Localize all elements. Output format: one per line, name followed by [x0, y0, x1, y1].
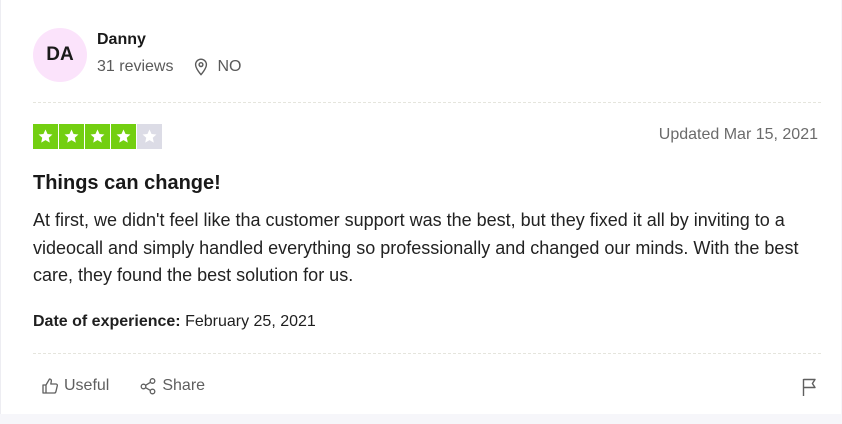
location-pin-icon	[195, 58, 208, 76]
reviewer-name[interactable]: Danny	[97, 31, 146, 49]
star-empty-icon	[137, 124, 162, 149]
experience-date: February 25, 2021	[185, 313, 316, 330]
review-title: Things can change!	[33, 172, 221, 194]
star-filled-icon	[111, 124, 136, 149]
date-of-experience: Date of experience: February 25, 2021	[33, 313, 316, 331]
share-icon	[140, 378, 156, 395]
share-button[interactable]: Share	[139, 377, 205, 395]
star-filled-icon	[59, 124, 84, 149]
star-rating	[33, 124, 162, 149]
experience-label: Date of experience:	[33, 313, 181, 330]
useful-button[interactable]: Useful	[41, 377, 109, 395]
flag-icon	[802, 378, 816, 396]
reviewer-location: NO	[193, 58, 241, 76]
avatar[interactable]: DA	[33, 28, 87, 82]
location-code: NO	[217, 58, 242, 75]
review-count: 31 reviews	[97, 58, 174, 75]
footer-divider	[33, 353, 821, 354]
thumbs-up-icon	[42, 378, 58, 394]
updated-date: Updated Mar 15, 2021	[658, 126, 818, 143]
star-filled-icon	[33, 124, 58, 149]
useful-label: Useful	[64, 377, 110, 394]
header-divider	[33, 102, 821, 103]
avatar-initials: DA	[46, 44, 74, 65]
review-card: DA Danny 31 reviews NO Updated Mar 15, 2…	[0, 0, 841, 414]
reviewer-meta: 31 reviews NO	[97, 58, 241, 76]
share-label: Share	[162, 377, 206, 394]
report-button[interactable]	[801, 377, 819, 402]
review-body: At first, we didn't feel like tha custom…	[33, 210, 799, 285]
review-actions: Useful Share	[41, 377, 235, 395]
star-filled-icon	[85, 124, 110, 149]
